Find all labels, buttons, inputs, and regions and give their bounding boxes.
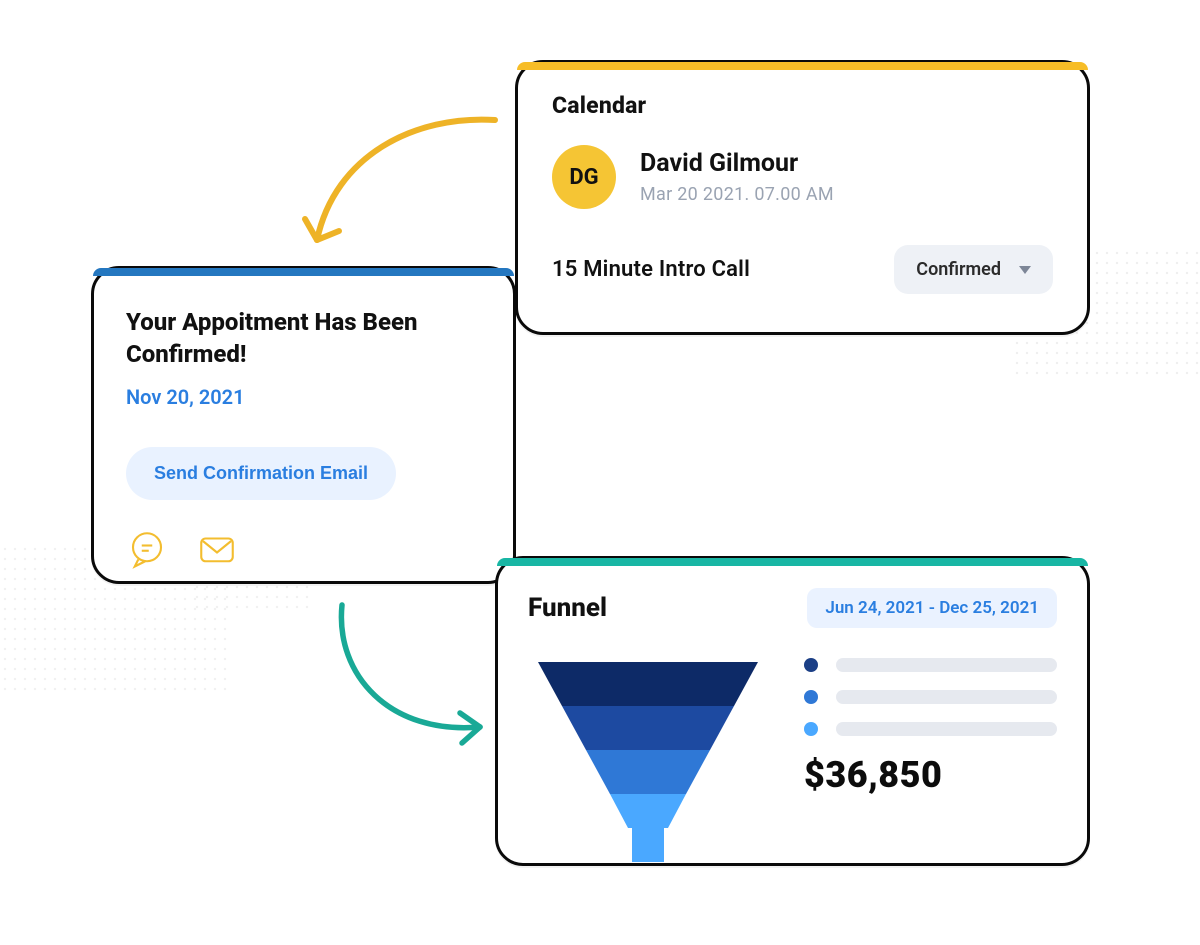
legend-bar — [836, 658, 1057, 672]
funnel-chart — [528, 652, 768, 867]
appointment-card: Your Appoitment Has Been Confirmed! Nov … — [91, 266, 516, 584]
mail-icon[interactable] — [196, 528, 238, 574]
legend-dot-icon — [804, 722, 818, 736]
legend-bar — [836, 690, 1057, 704]
status-label: Confirmed — [916, 259, 1001, 280]
avatar: DG — [552, 145, 616, 209]
calendar-title: Calendar — [552, 92, 1053, 119]
appointment-date: Nov 20, 2021 — [126, 385, 481, 409]
appointment-title: Your Appoitment Has Been Confirmed! — [126, 306, 481, 371]
funnel-total: $36,850 — [804, 754, 1057, 796]
chevron-down-icon — [1019, 266, 1031, 274]
legend-bar — [836, 722, 1057, 736]
legend-dot-icon — [804, 690, 818, 704]
meeting-title: 15 Minute Intro Call — [552, 257, 750, 282]
chat-icon[interactable] — [126, 528, 168, 574]
arrow-curve-bottom — [320, 595, 510, 755]
event-datetime: Mar 20 2021. 07.00 AM — [640, 184, 834, 205]
card-accent — [93, 268, 514, 276]
person-name: David Gilmour — [640, 149, 834, 178]
status-dropdown[interactable]: Confirmed — [894, 245, 1053, 294]
calendar-card: Calendar DG David Gilmour Mar 20 2021. 0… — [515, 60, 1090, 335]
legend-row — [804, 722, 1057, 736]
card-accent — [497, 558, 1088, 566]
legend-row — [804, 658, 1057, 672]
funnel-card: Funnel Jun 24, 2021 - Dec 25, 2021 — [495, 556, 1090, 866]
legend-dot-icon — [804, 658, 818, 672]
funnel-title: Funnel — [528, 593, 607, 623]
legend-row — [804, 690, 1057, 704]
date-range-picker[interactable]: Jun 24, 2021 - Dec 25, 2021 — [807, 588, 1057, 628]
send-confirmation-button[interactable]: Send Confirmation Email — [126, 447, 396, 500]
arrow-curve-top — [295, 105, 525, 270]
card-accent — [517, 62, 1088, 70]
